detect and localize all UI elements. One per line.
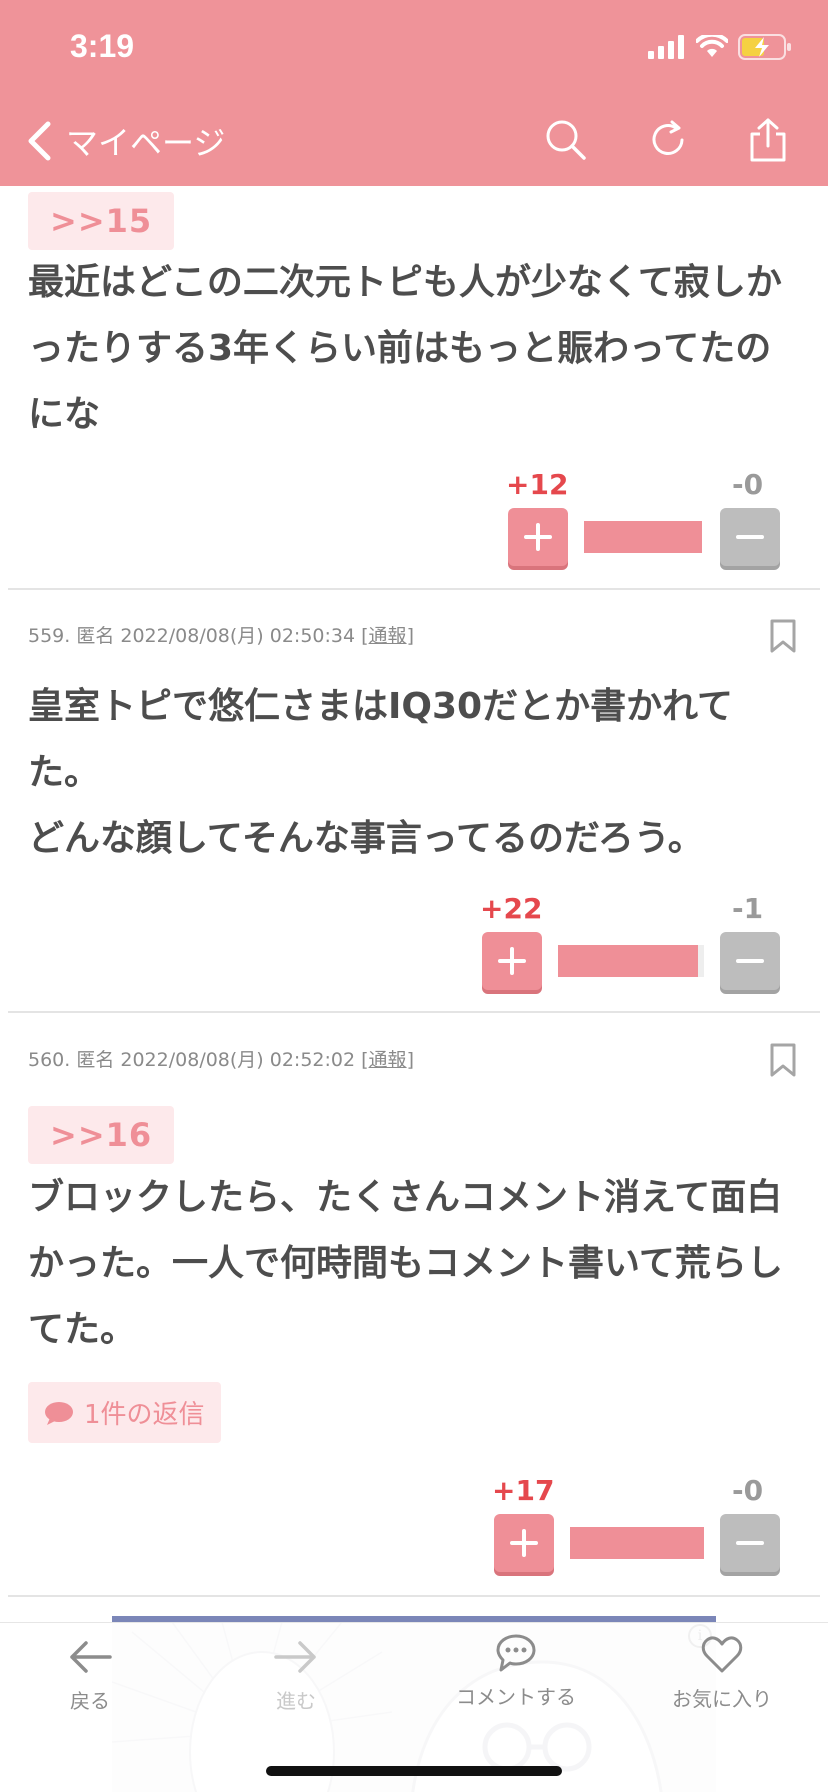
toolbar-back-button[interactable]: 戻る (68, 1637, 112, 1714)
minus-count: -0 (732, 1474, 764, 1507)
toolbar-favorite-button[interactable]: お気に入り (672, 1635, 772, 1712)
nav-back-label: マイページ (66, 124, 226, 162)
vote-ratio-bar (584, 521, 702, 553)
minus-icon (736, 959, 764, 963)
chevron-left-icon (28, 121, 51, 161)
share-icon[interactable] (746, 118, 790, 162)
minus-count: -1 (732, 892, 764, 925)
plus-icon (510, 1529, 538, 1557)
minus-icon (736, 1541, 764, 1545)
divider (8, 1011, 820, 1013)
replies-label: 1件の返信 (84, 1400, 205, 1430)
quote-link[interactable]: >>15 (28, 192, 175, 250)
divider (8, 588, 820, 590)
toolbar-forward-label: 進む (276, 1689, 316, 1713)
plus-count: +22 (480, 892, 543, 925)
back-to-mypage[interactable]: マイページ (26, 118, 225, 164)
report-link[interactable]: 通報 (369, 625, 407, 647)
toolbar-forward-button[interactable]: 進む (274, 1637, 318, 1714)
comment-text: 皇室トピで悠仁さまはIQ30だとか書かれてた。 どんな顔してそんな事言ってるのだ… (28, 686, 734, 859)
comment-meta-text: 559. 匿名 2022/08/08(月) 02:50:34 (28, 625, 356, 647)
bookmark-icon[interactable] (770, 1043, 796, 1077)
reload-icon[interactable] (646, 118, 690, 162)
minus-count: -0 (732, 468, 764, 501)
quote-link[interactable]: >>16 (28, 1106, 175, 1164)
plus-vote-button[interactable] (508, 508, 568, 566)
comment-text: 最近はどこの二次元トピも人が少なくて寂しかったりする3年くらい前はもっと賑わって… (28, 262, 782, 435)
vote-ratio-bar (558, 945, 704, 977)
comment-text: ブロックしたら、たくさんコメント消えて面白かった。一人で何時間もコメント書いて荒… (28, 1177, 783, 1350)
vote-ratio-bar (570, 1527, 704, 1559)
battery-charging-icon (738, 34, 791, 60)
status-icons (648, 34, 792, 60)
minus-icon (736, 535, 764, 539)
arrow-right-icon (274, 1641, 316, 1673)
comment-meta-text: 560. 匿名 2022/08/08(月) 02:52:02 (28, 1049, 356, 1071)
wifi-icon (696, 35, 728, 57)
replies-button[interactable]: 1件の返信 (28, 1382, 221, 1443)
home-indicator (266, 1766, 562, 1776)
bookmark-icon[interactable] (770, 619, 796, 653)
app-header: 3:19 マイページ (0, 0, 828, 186)
signal-icon (648, 35, 684, 59)
comment-bubble-icon (496, 1634, 536, 1672)
report-link[interactable]: 通報 (369, 1049, 407, 1071)
plus-vote-button[interactable] (494, 1514, 554, 1572)
plus-icon (498, 947, 526, 975)
toolbar-comment-label: コメントする (456, 1685, 576, 1709)
search-icon[interactable] (544, 118, 588, 162)
minus-vote-button[interactable] (720, 932, 780, 990)
toolbar-comment-button[interactable]: コメントする (456, 1633, 576, 1710)
status-time: 3:19 (70, 28, 135, 64)
toolbar-favorite-label: お気に入り (672, 1687, 772, 1711)
minus-vote-button[interactable] (720, 1514, 780, 1572)
minus-vote-button[interactable] (720, 508, 780, 566)
comment-meta: 559. 匿名 2022/08/08(月) 02:50:34 [通報] (28, 625, 414, 647)
plus-icon (524, 523, 552, 551)
comment-meta: 560. 匿名 2022/08/08(月) 02:52:02 [通報] (28, 1049, 414, 1071)
plus-count: +17 (492, 1474, 555, 1507)
heart-icon (701, 1636, 743, 1673)
speech-bubble-icon (45, 1401, 73, 1425)
divider (8, 1595, 820, 1597)
plus-vote-button[interactable] (482, 932, 542, 990)
plus-count: +12 (506, 468, 569, 501)
toolbar-back-label: 戻る (70, 1689, 110, 1713)
arrow-left-icon (70, 1641, 112, 1673)
